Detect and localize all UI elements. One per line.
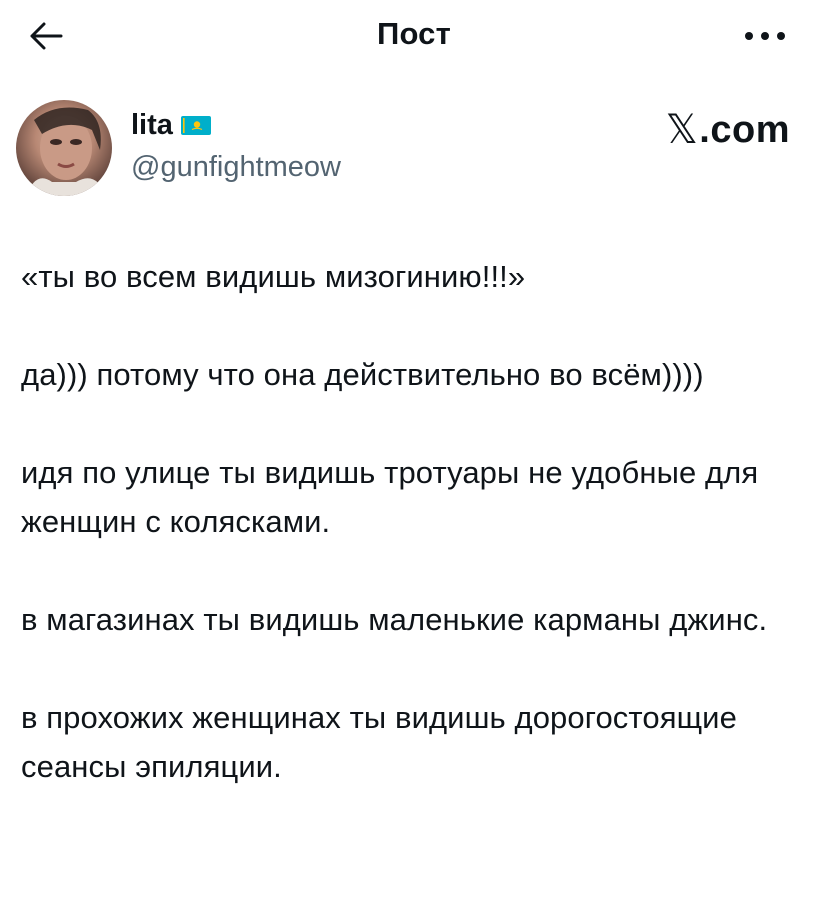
display-name[interactable]: lita	[131, 109, 211, 142]
author-handle[interactable]: @gunfightmeow	[131, 151, 341, 184]
top-bar: Пост	[0, 0, 828, 72]
post-text: «ты во всем видишь мизогинию!!!» да))) п…	[21, 252, 811, 840]
post-paragraph: в прохожих женщинах ты видишь дорогостоя…	[21, 700, 737, 784]
post-header: lita @gunfightmeow 𝕏 .com	[0, 95, 828, 205]
kazakhstan-flag-icon	[180, 116, 211, 135]
x-logo-icon: 𝕏	[665, 107, 699, 153]
post-paragraph: идя по улице ты видишь тротуары не удобн…	[21, 455, 759, 539]
more-button[interactable]	[730, 14, 800, 58]
post-paragraph: в магазинах ты видишь маленькие карманы …	[21, 602, 768, 637]
avatar[interactable]	[16, 100, 112, 196]
more-horizontal-icon	[745, 32, 785, 40]
brand-text: .com	[699, 108, 790, 151]
post-paragraph: «ты во всем видишь мизогинию!!!»	[21, 259, 526, 294]
page-title: Пост	[376, 16, 452, 51]
post-paragraph: да))) потому что она действительно во вс…	[21, 357, 704, 392]
brand-watermark: 𝕏 .com	[666, 107, 790, 153]
display-name-text: lita	[131, 109, 173, 141]
